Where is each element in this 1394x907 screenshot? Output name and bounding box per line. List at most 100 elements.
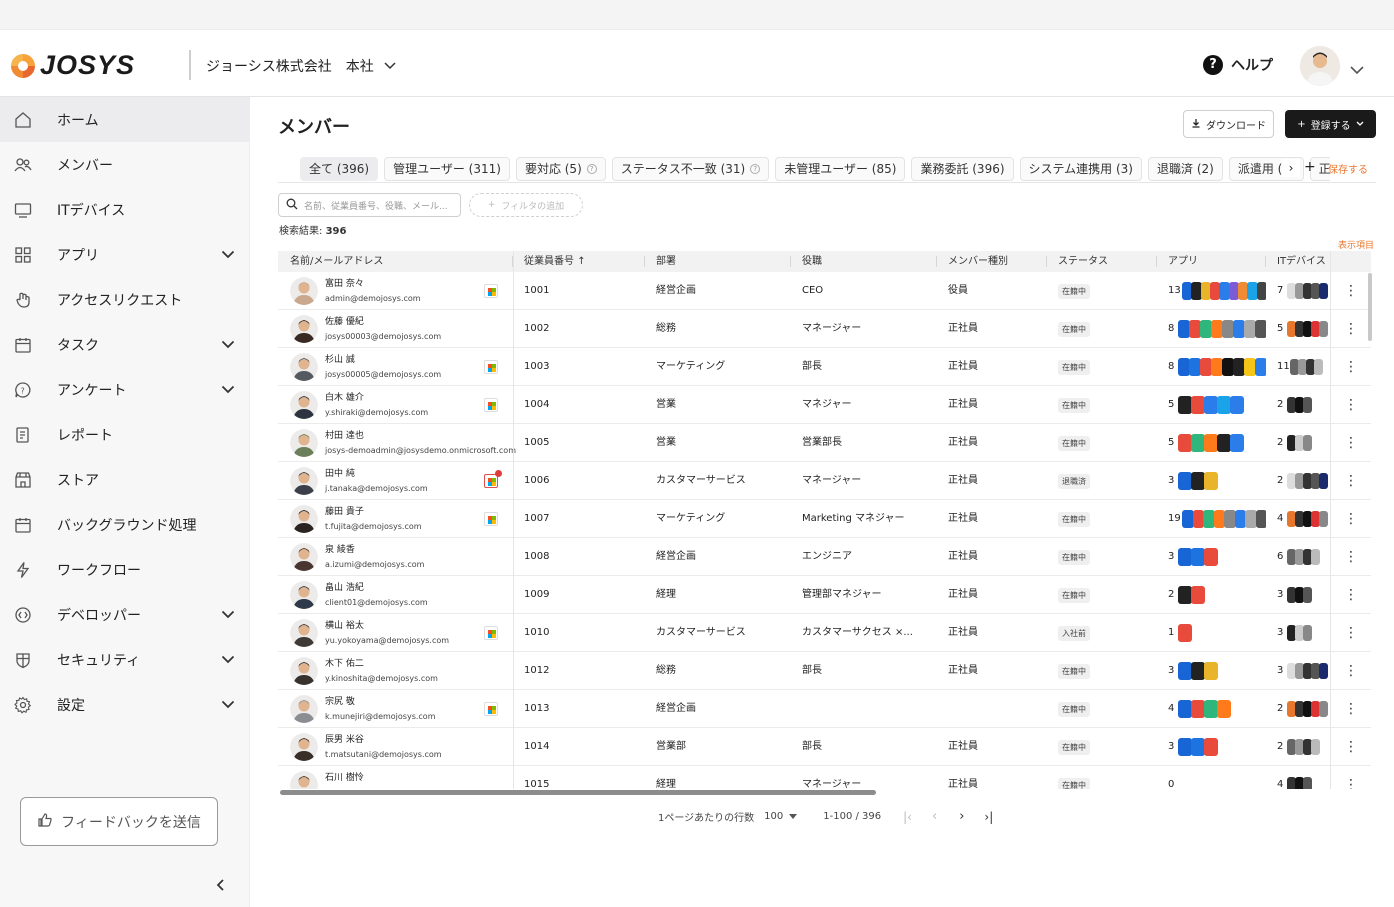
- column-divider[interactable]: [644, 256, 645, 267]
- tab-2[interactable]: 要対応 (5)?: [515, 157, 606, 181]
- tab-0[interactable]: 全て (396): [300, 157, 379, 181]
- member-name[interactable]: 富田 奈々: [325, 279, 364, 290]
- chevron-down-icon[interactable]: [221, 652, 235, 668]
- info-icon[interactable]: ?: [750, 164, 761, 174]
- member-name[interactable]: 杉山 誠: [325, 355, 355, 366]
- sidebar-item-11[interactable]: デベロッパー: [0, 592, 250, 637]
- sidebar-item-7[interactable]: レポート: [0, 412, 250, 457]
- device-thumbnail-icon[interactable]: [1303, 397, 1312, 413]
- sidebar-item-9[interactable]: バックグラウンド処理: [0, 502, 250, 547]
- sidebar-item-10[interactable]: ワークフロー: [0, 547, 250, 592]
- chevron-down-icon[interactable]: [221, 247, 235, 263]
- device-thumbnail-icon[interactable]: [1319, 511, 1328, 527]
- tab-6[interactable]: システム連携用 (3): [1019, 157, 1142, 181]
- table-row[interactable]: 藤田 貴子 t.fujita@demojosys.com 1007 マーケティング Ma…: [278, 500, 1371, 538]
- app-logo-icon[interactable]: [1217, 434, 1231, 452]
- device-thumbnail-icon[interactable]: [1319, 663, 1328, 679]
- table-row[interactable]: 宗尻 敬 k.munejiri@demojosys.com 1013 経営企画 在籍中 4…: [278, 690, 1371, 728]
- row-menu-icon[interactable]: ⋮: [1344, 282, 1358, 300]
- device-thumbnail-icon[interactable]: [1311, 739, 1320, 755]
- tab-7[interactable]: 退職済 (2): [1148, 157, 1223, 181]
- download-button[interactable]: ダウンロード: [1183, 110, 1274, 138]
- member-name[interactable]: 田中 純: [325, 469, 355, 480]
- app-logo-icon[interactable]: [1245, 510, 1257, 528]
- device-thumbnail-icon[interactable]: [1319, 321, 1328, 337]
- member-name[interactable]: 畠山 浩紀: [325, 583, 364, 594]
- sidebar-item-13[interactable]: 設定: [0, 682, 250, 727]
- column-divider[interactable]: [1265, 256, 1266, 267]
- table-row[interactable]: 木下 佑二 y.kinoshita@demojosys.com 1012 総務 部長 正社…: [278, 652, 1371, 690]
- member-name[interactable]: 藤田 貴子: [325, 507, 364, 518]
- sidebar-item-12[interactable]: セキュリティ: [0, 637, 250, 682]
- table-row[interactable]: 畠山 浩紀 client01@demojosys.com 1009 経理 管理部マネジャ…: [278, 576, 1371, 614]
- app-logo-icon[interactable]: [1178, 434, 1192, 452]
- app-logo-icon[interactable]: [1217, 396, 1231, 414]
- device-thumbnail-icon[interactable]: [1319, 283, 1328, 299]
- table-row[interactable]: 泉 綾香 a.izumi@demojosys.com 1008 経営企画 エンジニア 正社…: [278, 538, 1371, 576]
- column-divider[interactable]: [790, 256, 791, 267]
- microsoft-account-icon[interactable]: [484, 360, 498, 374]
- app-logo-icon[interactable]: [1255, 358, 1266, 376]
- app-logo-icon[interactable]: [1204, 738, 1218, 756]
- member-name[interactable]: 横山 裕太: [325, 621, 364, 632]
- row-menu-icon[interactable]: ⋮: [1344, 358, 1358, 376]
- member-name[interactable]: 宗尻 敬: [325, 697, 355, 708]
- sidebar-item-5[interactable]: タスク: [0, 322, 250, 367]
- prev-page-icon[interactable]: ‹: [932, 809, 937, 824]
- vertical-scrollbar[interactable]: [1368, 273, 1372, 341]
- app-logo-icon[interactable]: [1191, 472, 1205, 490]
- table-row[interactable]: 辰男 米谷 t.matsutani@demojosys.com 1014 営業部 部長 正…: [278, 728, 1371, 766]
- app-logo-icon[interactable]: [1224, 510, 1236, 528]
- chevron-down-icon[interactable]: [221, 337, 235, 353]
- app-logo-icon[interactable]: [1178, 624, 1192, 642]
- tabs-scroll-right-icon[interactable]: ›: [1282, 159, 1300, 177]
- app-logo-icon[interactable]: [1182, 510, 1194, 528]
- horizontal-scrollbar[interactable]: [280, 790, 876, 795]
- table-row[interactable]: 佐藤 優紀 josys00003@demojosys.com 1002 総務 マネージャ…: [278, 310, 1371, 348]
- row-menu-icon[interactable]: ⋮: [1344, 624, 1358, 642]
- table-row[interactable]: 田中 純 j.tanaka@demojosys.com 1006 カスタマーサービス マ…: [278, 462, 1371, 500]
- app-logo-icon[interactable]: [1191, 434, 1205, 452]
- app-logo-icon[interactable]: [1204, 662, 1218, 680]
- save-view-button[interactable]: 保存する: [1328, 161, 1368, 176]
- register-button[interactable]: + 登録する: [1285, 110, 1376, 138]
- table-row[interactable]: 富田 奈々 admin@demojosys.com 1001 経営企画 CEO 役員 在籍中…: [278, 272, 1371, 310]
- app-logo-icon[interactable]: [1256, 282, 1266, 300]
- add-tab-button[interactable]: +: [1304, 159, 1316, 175]
- member-name[interactable]: 木下 佑二: [325, 659, 364, 670]
- column-header-0[interactable]: 名前/メールアドレス: [290, 251, 383, 272]
- search-input[interactable]: 名前、従業員番号、役職、メール...: [278, 193, 461, 217]
- next-page-icon[interactable]: ›: [959, 809, 964, 824]
- microsoft-account-icon[interactable]: [484, 626, 498, 640]
- device-thumbnail-icon[interactable]: [1303, 587, 1312, 603]
- row-menu-icon[interactable]: ⋮: [1344, 434, 1358, 452]
- microsoft-account-icon[interactable]: [484, 470, 502, 488]
- sidebar-item-0[interactable]: ホーム: [0, 97, 250, 142]
- row-menu-icon[interactable]: ⋮: [1344, 396, 1358, 414]
- row-menu-icon[interactable]: ⋮: [1344, 320, 1358, 338]
- first-page-icon[interactable]: |‹: [903, 810, 912, 824]
- account-menu-chevron-icon[interactable]: [1350, 60, 1364, 79]
- member-name[interactable]: 佐藤 優紀: [325, 317, 364, 328]
- display-columns-button[interactable]: 表示項目: [1338, 238, 1374, 251]
- info-icon[interactable]: ?: [586, 164, 597, 174]
- rows-per-page-select[interactable]: 100: [764, 811, 798, 822]
- member-name[interactable]: 泉 綾香: [325, 545, 355, 556]
- app-logo-icon[interactable]: [1204, 472, 1218, 490]
- app-logo-icon[interactable]: [1191, 586, 1205, 604]
- app-logo-icon[interactable]: [1204, 700, 1218, 718]
- column-header-1[interactable]: 従業員番号 ↑: [524, 251, 586, 272]
- device-thumbnail-icon[interactable]: [1319, 701, 1328, 717]
- microsoft-account-icon[interactable]: [484, 702, 498, 716]
- column-divider[interactable]: [1156, 256, 1157, 267]
- app-logo-icon[interactable]: [1203, 510, 1215, 528]
- table-row[interactable]: 横山 裕太 yu.yokoyama@demojosys.com 1010 カスタマーサ…: [278, 614, 1371, 652]
- device-thumbnail-icon[interactable]: [1303, 777, 1312, 789]
- tab-3[interactable]: ステータス不一致 (31)?: [611, 157, 770, 181]
- company-selector[interactable]: ジョーシス株式会社 本社: [206, 56, 396, 76]
- app-logo-icon[interactable]: [1178, 662, 1192, 680]
- table-row[interactable]: 白木 雄介 y.shiraki@demojosys.com 1004 営業 マネジャー 正…: [278, 386, 1371, 424]
- collapse-sidebar-chevron-icon[interactable]: [214, 877, 228, 896]
- member-name[interactable]: 村田 達也: [325, 431, 364, 442]
- tab-1[interactable]: 管理ユーザー (311): [384, 157, 510, 181]
